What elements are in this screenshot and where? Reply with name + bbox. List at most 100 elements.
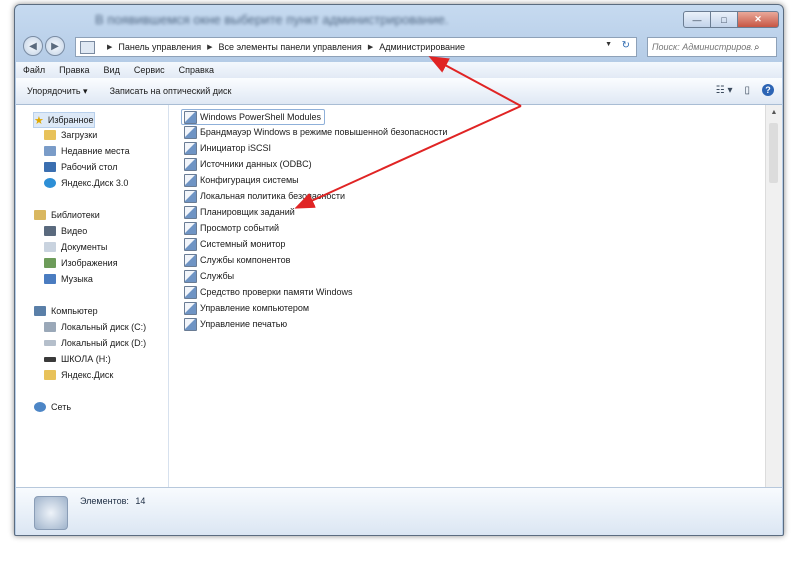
list-item[interactable]: Управление компьютером [182,301,309,315]
breadcrumb: ▶ Панель управления ▶ Все элементы панел… [101,42,465,52]
chevron-right-icon[interactable]: ▶ [207,43,212,51]
nav-pictures[interactable]: Изображения [44,256,118,270]
nav-favorites[interactable]: ★ Избранное [33,112,95,128]
computer-icon [34,306,46,316]
nav-label: Загрузки [61,130,98,140]
pictures-icon [44,258,56,268]
nav-desktop[interactable]: Рабочий стол [44,160,118,174]
drive-icon [44,322,56,332]
crumb-administration[interactable]: Администрирование [379,42,465,52]
nav-label: Локальный диск (C:) [61,322,147,332]
nav-label: Музыка [61,274,93,284]
nav-label: Избранное [47,115,94,125]
star-icon: ★ [34,114,44,127]
list-item[interactable]: Инициатор iSCSI [182,141,271,155]
nav-downloads[interactable]: Загрузки [44,128,97,142]
list-item[interactable]: Конфигурация системы [182,173,299,187]
list-item[interactable]: Локальная политика безопасности [182,189,345,203]
desktop-icon [44,162,56,172]
shortcut-icon [184,110,197,124]
search-icon[interactable]: ⌕ [754,42,760,53]
item-label: Источники данных (ODBC) [200,159,312,169]
forward-button[interactable]: ▶ [45,36,65,56]
nav-disk-d[interactable]: Локальный диск (D:) [44,336,146,350]
list-item[interactable]: Windows PowerShell Modules [181,109,326,125]
chevron-right-icon[interactable]: ▶ [107,43,112,51]
nav-label: Локальный диск (D:) [61,338,147,348]
libraries-icon [34,210,46,220]
list-item[interactable]: Системный монитор [182,237,285,251]
list-item[interactable]: Службы [182,269,234,283]
item-label: Windows PowerShell Modules [200,112,322,122]
chevron-right-icon[interactable]: ▶ [368,43,373,51]
scroll-thumb[interactable] [769,123,778,183]
list-item[interactable]: Управление печатью [182,317,287,331]
nav-recent-places[interactable]: Недавние места [44,144,130,158]
nav-computer[interactable]: Компьютер [34,304,98,318]
view-options-icon[interactable]: ☷ ▾ [716,85,733,96]
crumb-control-panel[interactable]: Панель управления [118,42,201,52]
help-icon[interactable]: ? [762,84,774,96]
menu-tools[interactable]: Сервис [127,65,172,75]
nav-label: Изображения [61,258,118,268]
menu-view[interactable]: Вид [97,65,127,75]
documents-icon [44,242,56,252]
address-dropdown-icon[interactable]: ▼ [605,41,612,48]
item-count-label: Элементов: [80,496,129,506]
menu-edit[interactable]: Правка [52,65,96,75]
command-bar: Упорядочить ▾ Записать на оптический дис… [16,78,782,105]
nav-yandex-disk[interactable]: Яндекс.Диск [44,368,113,382]
nav-libraries[interactable]: Библиотеки [34,208,100,222]
item-label: Управление компьютером [200,303,310,313]
main-panel: ★ Избранное Загрузки Недавние места Рабо… [16,105,782,487]
list-item[interactable]: Просмотр событий [182,221,279,235]
item-label: Средство проверки памяти Windows [200,287,353,297]
back-button[interactable]: ◀ [23,36,43,56]
organize-button[interactable]: Упорядочить ▾ [16,86,99,97]
burn-button[interactable]: Записать на оптический диск [99,86,243,96]
shortcut-icon [184,173,197,187]
item-label: Планировщик заданий [200,207,295,217]
view-controls: ☷ ▾ ▯ ? [716,84,774,96]
item-count: Элементов: 14 [80,496,145,506]
scroll-up-icon[interactable]: ▲ [766,105,782,119]
network-icon [34,402,46,412]
preview-pane-icon[interactable]: ▯ [744,85,750,96]
nav-yandex-disk-3[interactable]: Яндекс.Диск 3.0 [44,176,128,190]
menu-help[interactable]: Справка [172,65,221,75]
music-icon [44,274,56,284]
close-button[interactable]: ✕ [737,11,779,28]
minimize-button[interactable]: — [683,11,711,28]
list-item[interactable]: Брандмауэр Windows в режиме повышенной б… [182,125,447,139]
search-box[interactable]: ⌕ [647,37,777,57]
nav-documents[interactable]: Документы [44,240,107,254]
shortcut-icon [184,221,197,235]
shortcut-icon [184,141,197,155]
nav-drive-h[interactable]: ШКОЛА (H:) [44,352,111,366]
list-item[interactable]: Средство проверки памяти Windows [182,285,353,299]
item-label: Инициатор iSCSI [200,143,271,153]
list-item[interactable]: Планировщик заданий [182,205,295,219]
shortcut-icon [184,125,197,139]
search-input[interactable] [648,41,754,53]
nav-label: ШКОЛА (H:) [61,354,111,364]
nav-label: Яндекс.Диск 3.0 [61,178,129,188]
nav-music[interactable]: Музыка [44,272,93,286]
folder-icon [44,370,56,380]
refresh-icon[interactable]: ↻ [622,40,630,51]
nav-network[interactable]: Сеть [34,400,71,414]
downloads-icon [44,130,56,140]
list-item[interactable]: Источники данных (ODBC) [182,157,312,171]
crumb-all-items[interactable]: Все элементы панели управления [218,42,361,52]
nav-video[interactable]: Видео [44,224,87,238]
item-count-value: 14 [135,496,146,506]
maximize-button[interactable]: □ [710,11,738,28]
address-bar[interactable]: ▶ Панель управления ▶ Все элементы панел… [75,37,637,57]
details-pane: Элементов: 14 [16,487,782,535]
nav-label: Сеть [51,402,72,412]
list-item[interactable]: Службы компонентов [182,253,290,267]
window-title: В появившемся окне выберите пункт админи… [95,12,449,27]
vertical-scrollbar[interactable]: ▲ [765,105,782,487]
nav-disk-c[interactable]: Локальный диск (C:) [44,320,146,334]
menu-file[interactable]: Файл [16,65,52,75]
